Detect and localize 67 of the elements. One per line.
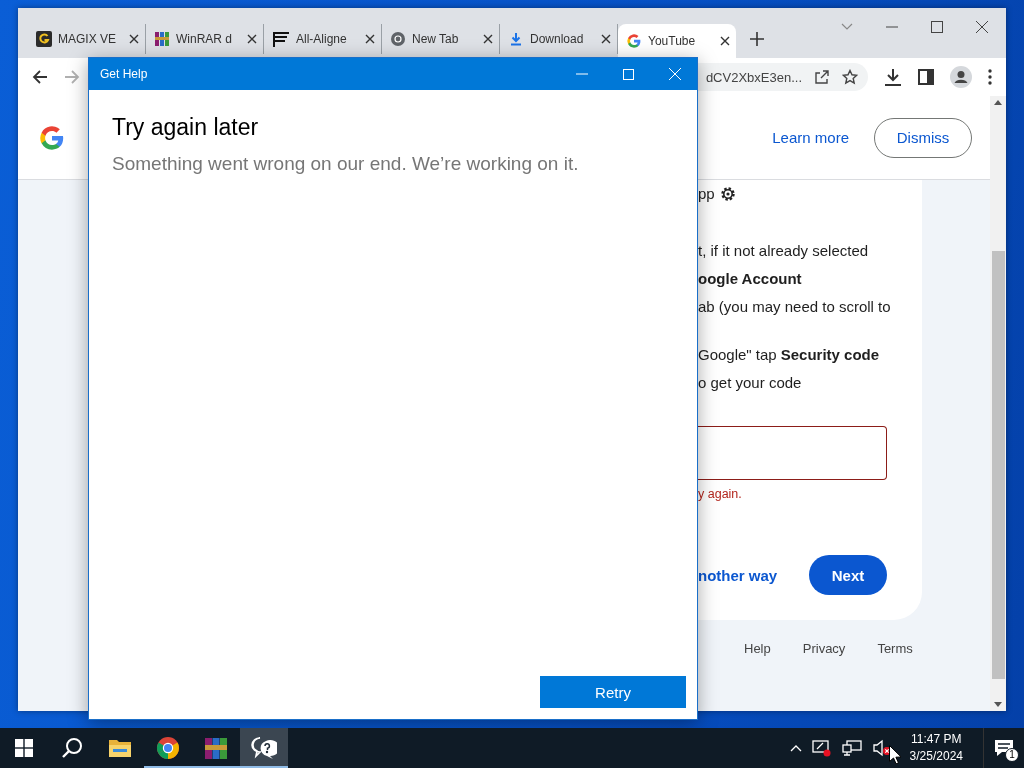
browser-tab[interactable]: YouTube [618, 24, 736, 58]
monitor-alert-icon[interactable] [811, 739, 832, 757]
browser-tab[interactable]: MAGIX VE [28, 24, 146, 54]
scrollbar-thumb[interactable] [991, 251, 1005, 679]
google-icon [38, 123, 66, 152]
close-icon[interactable] [976, 21, 988, 33]
close-icon[interactable] [601, 34, 611, 44]
folder-icon [108, 738, 132, 758]
chrome-icon [390, 31, 406, 47]
retry-button[interactable]: Retry [540, 676, 686, 708]
maximize-icon[interactable] [931, 21, 943, 33]
menu-icon[interactable] [988, 69, 992, 85]
scroll-up-icon[interactable] [994, 100, 1002, 105]
clock-time[interactable]: 11:47 PM [911, 731, 962, 748]
chat-bubbles-icon [251, 737, 277, 759]
side-panel-icon[interactable] [918, 69, 934, 85]
close-icon[interactable] [720, 36, 730, 46]
google-icon [626, 33, 642, 49]
profile-icon[interactable] [950, 66, 972, 88]
try-another-way-link[interactable]: nother way [698, 566, 778, 584]
back-arrow-icon[interactable] [32, 69, 48, 85]
instruction-text: o get your code [698, 373, 802, 393]
scrollbar[interactable] [990, 96, 1006, 711]
plus-icon[interactable] [750, 32, 764, 46]
instruction-text: ab (you may need to scroll to [698, 297, 891, 317]
chevron-up-icon[interactable] [789, 744, 802, 752]
cursor-icon [889, 745, 901, 764]
speaker-muted-icon[interactable] [871, 739, 892, 757]
dismiss-button[interactable]: Dismiss [874, 117, 972, 158]
learn-more-link[interactable]: Learn more [772, 129, 849, 146]
footer-link[interactable]: Terms [877, 641, 913, 656]
flag-icon [272, 31, 290, 47]
gear-icon [718, 185, 737, 203]
error-text: y again. [698, 487, 743, 501]
instruction-text: Google" tap Security code [698, 345, 880, 365]
footer-link[interactable]: Privacy [802, 641, 846, 656]
search-icon [61, 737, 83, 759]
network-icon[interactable] [841, 740, 862, 756]
chevron-down-icon[interactable] [841, 23, 853, 31]
next-button[interactable]: Next [809, 555, 887, 595]
scroll-down-icon[interactable] [994, 702, 1002, 707]
download-icon[interactable] [884, 68, 902, 86]
chrome-icon [156, 736, 180, 760]
close-icon[interactable] [129, 34, 139, 44]
error-message: Something went wrong on our end. We’re working on it. [112, 153, 580, 175]
instruction-text: t, if it not already selected [698, 241, 869, 261]
instruction-text: pp [698, 184, 715, 204]
browser-tab[interactable]: New Tab [382, 24, 500, 54]
taskbar-button[interactable] [240, 728, 288, 768]
error-heading: Try again later [112, 114, 260, 141]
browser-tab[interactable]: WinRAR d [146, 24, 264, 54]
footer-link[interactable]: Help [744, 641, 771, 656]
notification-count: 1 [1005, 748, 1019, 762]
close-icon[interactable] [365, 34, 375, 44]
share-icon[interactable] [814, 69, 830, 85]
browser-tab[interactable]: All-Aligne [264, 24, 382, 54]
clock-date[interactable]: 3/25/2024 [909, 748, 963, 765]
instruction-text: oogle Account [698, 269, 802, 289]
star-icon[interactable] [842, 69, 858, 85]
books-icon [154, 31, 170, 47]
window-title: Get Help [100, 67, 148, 81]
books-icon [204, 736, 228, 760]
windows-icon [15, 739, 33, 757]
app-icon [36, 31, 52, 47]
close-icon[interactable] [483, 34, 493, 44]
download-icon [508, 31, 524, 47]
close-icon[interactable] [247, 34, 257, 44]
